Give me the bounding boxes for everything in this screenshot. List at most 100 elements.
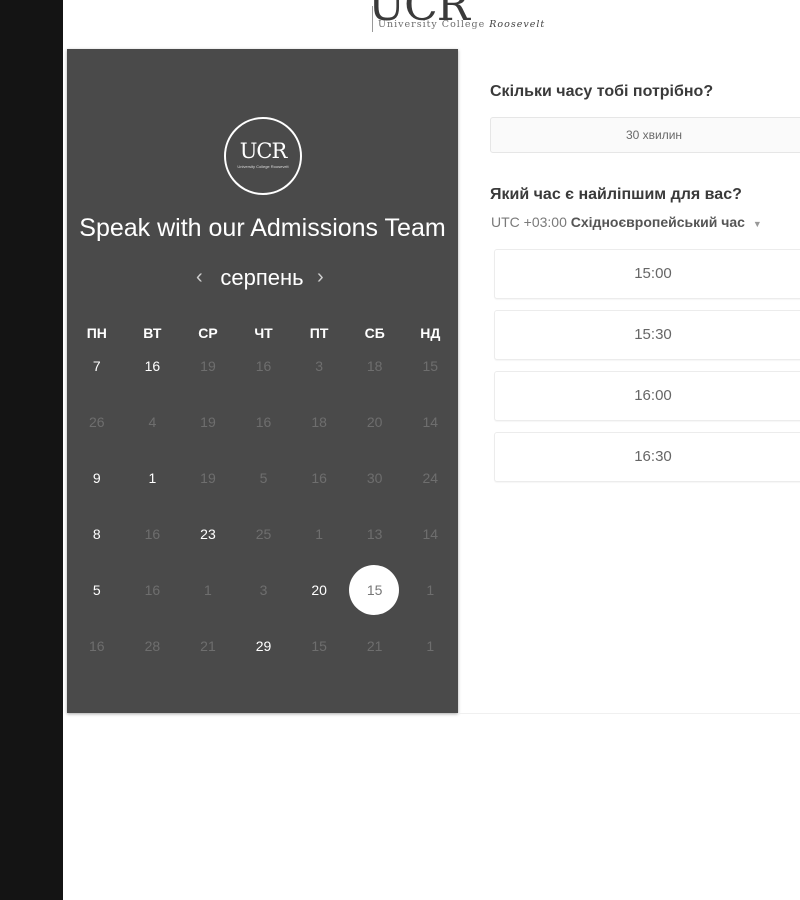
calendar-day-number: 16 [255, 414, 272, 430]
calendar-day-available[interactable]: 29 [236, 636, 292, 656]
calendar-day-number: 19 [200, 414, 216, 430]
calendar-day-number: 1 [426, 582, 435, 598]
calendar-day-number: 9 [92, 470, 101, 486]
calendar-day-number: 16 [255, 358, 272, 374]
calendar-day-number: 24 [422, 470, 439, 486]
calendar-day-unavailable: 20 [347, 412, 403, 432]
timezone-offset: UTC +03:00 [491, 214, 567, 230]
calendar-day-selected[interactable]: 15 [347, 565, 403, 615]
chevron-right-icon[interactable]: › [317, 266, 324, 289]
calendar-day-available[interactable]: 5 [69, 580, 125, 600]
weekday-label: ЧТ [254, 325, 273, 341]
calendar-day-number: 20 [366, 414, 383, 430]
calendar-day-available[interactable]: 1 [125, 468, 181, 488]
brand-subtitle: University College Roosevelt [378, 19, 545, 30]
calendar-day-available[interactable]: 16 [125, 356, 181, 376]
calendar-day-unavailable: 3 [291, 356, 347, 376]
calendar-day-unavailable: 19 [180, 356, 236, 376]
calendar-day-number: 14 [422, 414, 439, 430]
calendar-day-number: 16 [144, 358, 161, 374]
weekday-label: ПТ [309, 325, 329, 341]
calendar-day-unavailable: 19 [180, 468, 236, 488]
calendar-day-unavailable: 26 [69, 412, 125, 432]
timezone-selector[interactable]: UTC +03:00 Східноєвропейський час ▼ [491, 214, 762, 230]
weekday-label: СР [198, 325, 218, 341]
calendar-day-unavailable: 4 [125, 412, 181, 432]
ucr-logo: UCR University College Roosevelt [224, 117, 302, 195]
duration-select[interactable]: 30 хвилин [490, 117, 800, 153]
calendar-day-number: 26 [89, 414, 105, 430]
calendar-day-unavailable: 15 [291, 636, 347, 656]
calendar-day-number: 25 [255, 526, 272, 542]
calendar-day-number: 5 [259, 470, 268, 486]
calendar-day-available[interactable]: 23 [180, 524, 236, 544]
calendar-day-unavailable: 21 [347, 636, 403, 656]
time-slot-button[interactable]: 15:00 [494, 249, 800, 299]
divider [458, 713, 800, 714]
duration-value: 30 хвилин [625, 128, 683, 142]
calendar-day-number: 13 [366, 526, 383, 542]
calendar-day-unavailable: 1 [402, 580, 458, 600]
calendar-day-number: 16 [89, 638, 105, 654]
calendar-day-number: 1 [148, 470, 157, 486]
timezone-name: Східноєвропейський час [570, 214, 745, 230]
calendar-day-unavailable: 1 [402, 636, 458, 656]
calendar-day-available[interactable]: 8 [69, 524, 125, 544]
calendar-day-number: 18 [366, 358, 383, 374]
month-label: серпень [220, 265, 304, 290]
weekday-label: СБ [364, 325, 385, 341]
weekday-header: ПН ВТ СР ЧТ ПТ СБ НД [69, 325, 458, 341]
calendar-day-unavailable: 14 [402, 412, 458, 432]
time-slot-label: 16:30 [634, 448, 672, 465]
calendar-week-row: 26 4 19 16 18 20 14 [69, 412, 458, 432]
calendar-day-number: 1 [426, 638, 435, 654]
time-slot-label: 15:00 [634, 265, 672, 282]
calendar-day-unavailable: 13 [347, 524, 403, 544]
time-slot-button[interactable]: 15:30 [494, 310, 800, 360]
calendar-day-number: 19 [200, 470, 216, 486]
calendar-day-unavailable: 16 [69, 636, 125, 656]
calendar-day-number: 4 [148, 414, 157, 430]
calendar-week-row: 8 16 23 25 1 13 14 [69, 524, 458, 544]
calendar-day-number: 16 [144, 526, 161, 542]
calendar-day-available[interactable]: 9 [69, 468, 125, 488]
calendar-day-unavailable: 28 [125, 636, 181, 656]
calendar-day-number: 14 [422, 526, 439, 542]
brand-subtitle-italic: Roosevelt [489, 19, 546, 30]
calendar-day-unavailable: 16 [236, 412, 292, 432]
calendar-day-number: 23 [200, 526, 216, 542]
calendar-day-number: 3 [259, 582, 268, 598]
calendar-day-unavailable: 25 [236, 524, 292, 544]
calendar-day-number: 16 [144, 582, 161, 598]
calendar-day-unavailable: 15 [402, 356, 458, 376]
weekday-label: ВТ [143, 325, 162, 341]
calendar-day-unavailable: 16 [291, 468, 347, 488]
calendar-day-unavailable: 5 [236, 468, 292, 488]
ucr-logo-text: UCR [239, 139, 288, 163]
calendar-day-number: 29 [255, 638, 272, 654]
calendar-day-available[interactable]: 20 [291, 580, 347, 600]
calendar-day-available[interactable]: 7 [69, 356, 125, 376]
calendar-day-number: 5 [92, 582, 101, 598]
time-slot-label: 16:00 [634, 387, 672, 404]
scheduler-panel: UCR University College Roosevelt Speak w… [67, 49, 458, 713]
calendar-day-unavailable: 18 [347, 356, 403, 376]
calendar-week-row: 5 16 1 3 20 15 1 [69, 565, 458, 615]
chevron-left-icon[interactable]: ‹ [196, 266, 203, 289]
calendar-day-number: 21 [366, 638, 383, 654]
calendar-day-number: 1 [204, 582, 212, 598]
calendar-day-number: 21 [200, 638, 216, 654]
panel-headline: Speak with our Admissions Team [79, 214, 446, 242]
calendar-day-number: 19 [200, 358, 216, 374]
calendar-day-number: 15 [422, 358, 439, 374]
calendar-week-row: 9 1 19 5 16 30 24 [69, 468, 458, 488]
time-slot-button[interactable]: 16:00 [494, 371, 800, 421]
calendar-day-unavailable: 1 [291, 524, 347, 544]
weekday-label: НД [420, 325, 441, 341]
calendar-day-unavailable: 14 [402, 524, 458, 544]
time-slot-button[interactable]: 16:30 [494, 432, 800, 482]
weekday-label: ПН [86, 325, 107, 341]
calendar-day-unavailable: 19 [180, 412, 236, 432]
calendar-day-number: 15 [366, 582, 383, 598]
time-slot-label: 15:30 [634, 326, 672, 343]
